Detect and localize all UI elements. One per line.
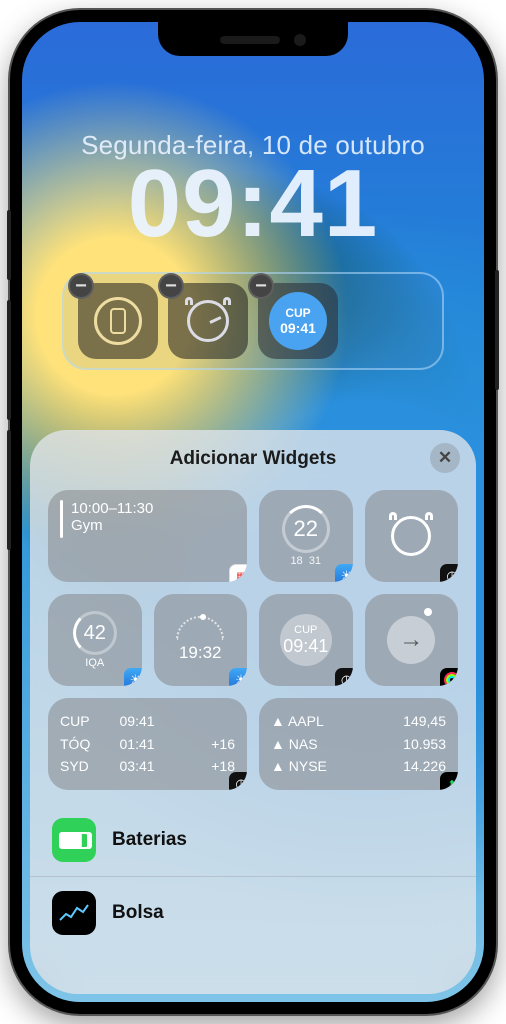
widget-alarm[interactable]: ◷ [365,490,459,582]
lockscreen-widget-worldclock[interactable]: − CUP 09:41 [258,283,338,359]
weather-icon: ☀ [124,668,142,686]
calendar-icon: ▦ [229,564,247,582]
fitness-icon [440,668,458,686]
widget-worldclock-list[interactable]: CUP 09:41 TÓQ 01:41 +16 SYD 03:41 +18 [48,698,247,790]
phone-frame: Segunda-feira, 10 de outubro 09:41 − − −… [10,10,496,1014]
arrow-icon: → [387,616,435,664]
app-row-batteries[interactable]: Baterias [30,804,476,876]
widget-weather-temp[interactable]: 22 18 31 ☀ [259,490,353,582]
worldclock-city: CUP [285,306,310,320]
widget-stock-list[interactable]: ▲ AAPL 149,45 ▲ NAS 10.953 ▲ NYSE 14.226… [259,698,458,790]
aqi-value: 42 [84,622,106,645]
lockscreen-time: 09:41 [22,154,484,255]
stocks-icon: ⬍ [440,772,458,790]
app-row-stocks[interactable]: Bolsa [30,876,476,949]
widget-sunset[interactable]: 19:32 ☀ [154,594,248,686]
widget-suggestion-grid: 10:00–11:30 Gym ▦ 22 18 31 ☀ ◷ 42 [30,484,476,800]
weather-icon: ☀ [229,668,247,686]
remove-widget-button[interactable]: − [248,273,274,299]
lockscreen-widget-findmy[interactable]: − [78,283,158,359]
widget-fitness[interactable]: → [365,594,459,686]
weather-icon: ☀ [335,564,353,582]
widget-app-list: Baterias Bolsa [30,800,476,949]
notch [158,22,348,56]
stocks-app-icon [52,891,96,935]
clock-icon: ◷ [229,772,247,790]
event-title: Gym [71,517,153,534]
add-widgets-sheet: Adicionar Widgets ✕ 10:00–11:30 Gym ▦ 2 [30,430,476,994]
widget-calendar-event[interactable]: 10:00–11:30 Gym ▦ [48,490,247,582]
sheet-title: Adicionar Widgets ✕ [30,430,476,484]
app-label: Bolsa [112,902,164,924]
app-label: Baterias [112,829,187,851]
clock-icon: ◷ [440,564,458,582]
wclock-time: 09:41 [283,636,328,657]
aqi-label: IQA [85,657,104,669]
battery-icon [52,818,96,862]
close-sheet-button[interactable]: ✕ [430,443,460,473]
temp-value: 22 [294,516,318,542]
event-time: 10:00–11:30 [71,500,153,517]
remove-widget-button[interactable]: − [158,273,184,299]
screen: Segunda-feira, 10 de outubro 09:41 − − −… [22,22,484,1002]
wclock-city: CUP [294,624,317,636]
widget-worldclock-small[interactable]: CUP 09:41 ◷ [259,594,353,686]
lockscreen-widget-alarm[interactable]: − [168,283,248,359]
clock-icon: ◷ [335,668,353,686]
remove-widget-button[interactable]: − [68,273,94,299]
lockscreen-widget-strip[interactable]: − − − CUP 09:41 [62,272,444,370]
widget-air-quality[interactable]: 42 IQA ☀ [48,594,142,686]
worldclock-time: 09:41 [280,320,316,336]
sunset-time: 19:32 [179,643,222,663]
